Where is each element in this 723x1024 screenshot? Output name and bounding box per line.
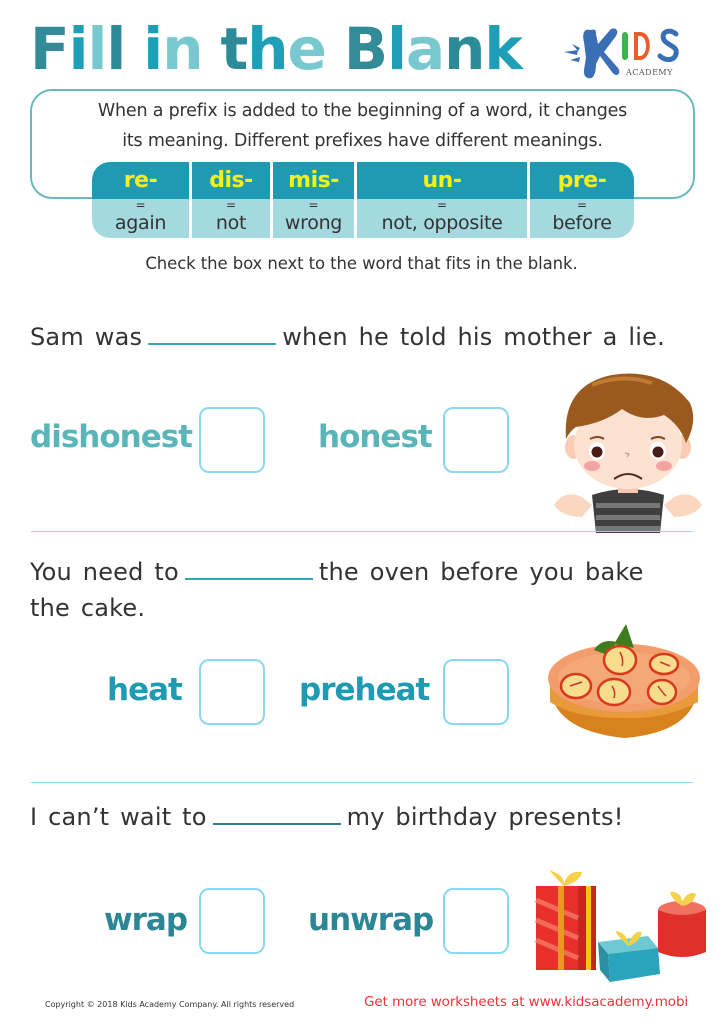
answer-blank — [212, 823, 341, 825]
checkbox-preheat[interactable] — [443, 659, 509, 725]
prefix-meaning: before — [552, 212, 612, 234]
prefix-column-dis: dis- = not — [192, 162, 273, 238]
sentence-after: the oven before you bake — [318, 558, 644, 586]
answer-blank — [148, 343, 277, 345]
promo-link[interactable]: Get more worksheets at www.kidsacademy.m… — [364, 994, 688, 1010]
gift-boxes-illustration — [535, 870, 706, 982]
sentence-before: I can’t wait to — [30, 803, 207, 831]
instructions: Check the box next to the word that fits… — [145, 254, 578, 273]
apple-cake-illustration — [548, 624, 700, 738]
prefix-column-un: un- = not, opposite — [357, 162, 530, 238]
equals-sign: = — [576, 198, 588, 212]
sentence-after: when he told his mother a lie. — [282, 323, 665, 351]
title-letter: n — [444, 15, 485, 83]
choice-word-heat: heat — [107, 672, 183, 708]
title-letter: l — [387, 15, 407, 83]
title-letter: l — [106, 15, 126, 83]
prefix-column-mis: mis- = wrong — [273, 162, 357, 238]
prefix-meaning: not — [215, 212, 247, 234]
worksheet-title: FillintheBlank — [30, 14, 540, 84]
prefix-meaning: wrong — [284, 212, 343, 234]
copyright-text: Copyright © 2018 Kids Academy Company. A… — [45, 1000, 295, 1009]
choice-word-preheat: preheat — [299, 672, 430, 708]
prefix-column-pre: pre- = before — [530, 162, 634, 238]
title-letter: i — [143, 15, 163, 83]
answer-blank — [184, 578, 313, 580]
title-letter: a — [405, 15, 445, 83]
prefix-label: un- — [357, 162, 527, 199]
intro-line-1: When a prefix is added to the beginning … — [97, 101, 628, 121]
checkbox-honest[interactable] — [443, 407, 509, 473]
prefix-meaning: not, opposite — [381, 212, 503, 234]
title-word: the — [220, 14, 327, 84]
equals-sign: = — [225, 198, 237, 212]
title-letter: B — [343, 15, 388, 83]
choice-word-unwrap: unwrap — [308, 902, 434, 938]
checkbox-wrap[interactable] — [199, 888, 265, 954]
section-divider — [31, 531, 693, 532]
prefix-meaning: again — [114, 212, 167, 234]
prefix-table: re- = again dis- = not mis- = wrong un- = no… — [92, 162, 634, 238]
equals-sign: = — [436, 198, 448, 212]
sentence-before: Sam was — [30, 323, 143, 351]
title-word: Blank — [343, 14, 523, 84]
intro-text: When a prefix is added to the beginning … — [40, 96, 685, 156]
sentence-after: my birthday presents! — [346, 803, 624, 831]
intro-line-2: its meaning. Different prefixes have dif… — [122, 131, 603, 151]
checkbox-heat[interactable] — [199, 659, 265, 725]
kids-academy-logo: ACADEMY — [560, 22, 692, 82]
sad-boy-illustration — [554, 373, 702, 533]
checkbox-dishonest[interactable] — [199, 407, 265, 473]
section-divider — [31, 782, 693, 783]
choice-word-wrap: wrap — [104, 902, 188, 938]
question-1-sentence: Sam was when he told his mother a lie. — [30, 323, 665, 351]
equals-sign: = — [308, 198, 319, 212]
title-letter: e — [287, 15, 327, 83]
title-word: in — [143, 14, 203, 84]
title-letter: t — [220, 15, 248, 83]
sentence-before: You need to — [30, 558, 179, 586]
prefix-column-re: re- = again — [92, 162, 192, 238]
prefix-label: dis- — [192, 162, 270, 199]
title-letter: n — [162, 15, 203, 83]
choice-word-honest: honest — [318, 419, 433, 455]
choice-word-dishonest: dishonest — [30, 419, 193, 455]
title-letter: l — [87, 15, 108, 83]
question-2-sentence: You need to the oven before you bake the … — [30, 554, 700, 626]
title-letter: F — [30, 15, 70, 83]
logo-academy-text: ACADEMY — [626, 68, 673, 77]
title-letter: h — [247, 15, 288, 83]
prefix-label: mis- — [273, 162, 354, 199]
title-letter: i — [68, 15, 89, 83]
title-letter: k — [484, 15, 523, 83]
prefix-label: pre- — [530, 162, 634, 199]
question-3-sentence: I can’t wait to my birthday presents! — [30, 803, 624, 831]
prefix-label: re- — [92, 162, 189, 199]
equals-sign: = — [135, 198, 146, 212]
title-word: Fill — [30, 14, 126, 84]
sentence-after-line-2: the cake. — [30, 594, 146, 622]
checkbox-unwrap[interactable] — [443, 888, 509, 954]
